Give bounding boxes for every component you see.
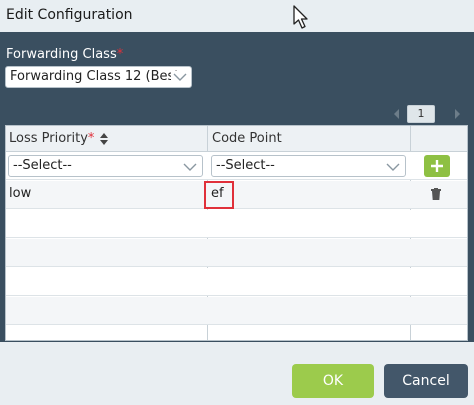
empty-row	[6, 210, 467, 238]
code-point-grid: Loss Priority* Code Point --Select-- --S…	[5, 125, 468, 341]
code-point-cell[interactable]: ef	[211, 186, 224, 201]
code-point-select-value: --Select--	[216, 158, 275, 173]
loss-priority-select-value: --Select--	[13, 158, 72, 173]
chevron-down-icon	[386, 161, 400, 176]
add-row-button[interactable]	[424, 155, 450, 177]
edit-configuration-dialog: Edit Configuration Forwarding Class* For…	[0, 0, 474, 405]
trash-icon[interactable]	[431, 188, 441, 204]
grid-pager: 1	[393, 105, 465, 123]
column-header-loss-priority-label: Loss Priority	[9, 131, 88, 146]
loss-priority-select[interactable]: --Select--	[8, 155, 203, 177]
empty-row	[6, 268, 467, 296]
code-point-select[interactable]: --Select--	[211, 155, 406, 177]
forwarding-class-label-text: Forwarding Class	[6, 47, 117, 62]
table-row[interactable]: low ef	[6, 181, 467, 209]
plus-icon	[431, 160, 443, 172]
dialog-title: Edit Configuration	[6, 7, 133, 23]
mouse-pointer-icon	[292, 4, 310, 34]
loss-priority-cell: low	[9, 186, 32, 201]
chevron-right-icon[interactable]	[453, 108, 461, 124]
grid-header: Loss Priority* Code Point	[6, 126, 467, 152]
forwarding-class-value: Forwarding Class 12 (Best	[10, 69, 180, 84]
dialog-titlebar: Edit Configuration	[0, 0, 474, 32]
empty-row	[6, 297, 467, 325]
forwarding-class-label: Forwarding Class*	[6, 47, 123, 62]
new-row-editor: --Select-- --Select--	[6, 152, 467, 180]
empty-row	[6, 239, 467, 267]
cancel-button[interactable]: Cancel	[384, 364, 468, 398]
required-mark: *	[116, 47, 124, 62]
required-mark: *	[87, 131, 95, 146]
chevron-left-icon[interactable]	[393, 108, 401, 124]
forwarding-class-select[interactable]: Forwarding Class 12 (Best	[5, 66, 192, 88]
ok-button[interactable]: OK	[292, 364, 374, 398]
chevron-down-icon	[183, 161, 197, 176]
page-number[interactable]: 1	[407, 105, 435, 123]
column-header-loss-priority[interactable]: Loss Priority*	[9, 131, 94, 146]
chevron-down-icon	[171, 71, 187, 86]
column-header-code-point[interactable]: Code Point	[212, 131, 282, 146]
sort-icon[interactable]	[99, 132, 109, 150]
